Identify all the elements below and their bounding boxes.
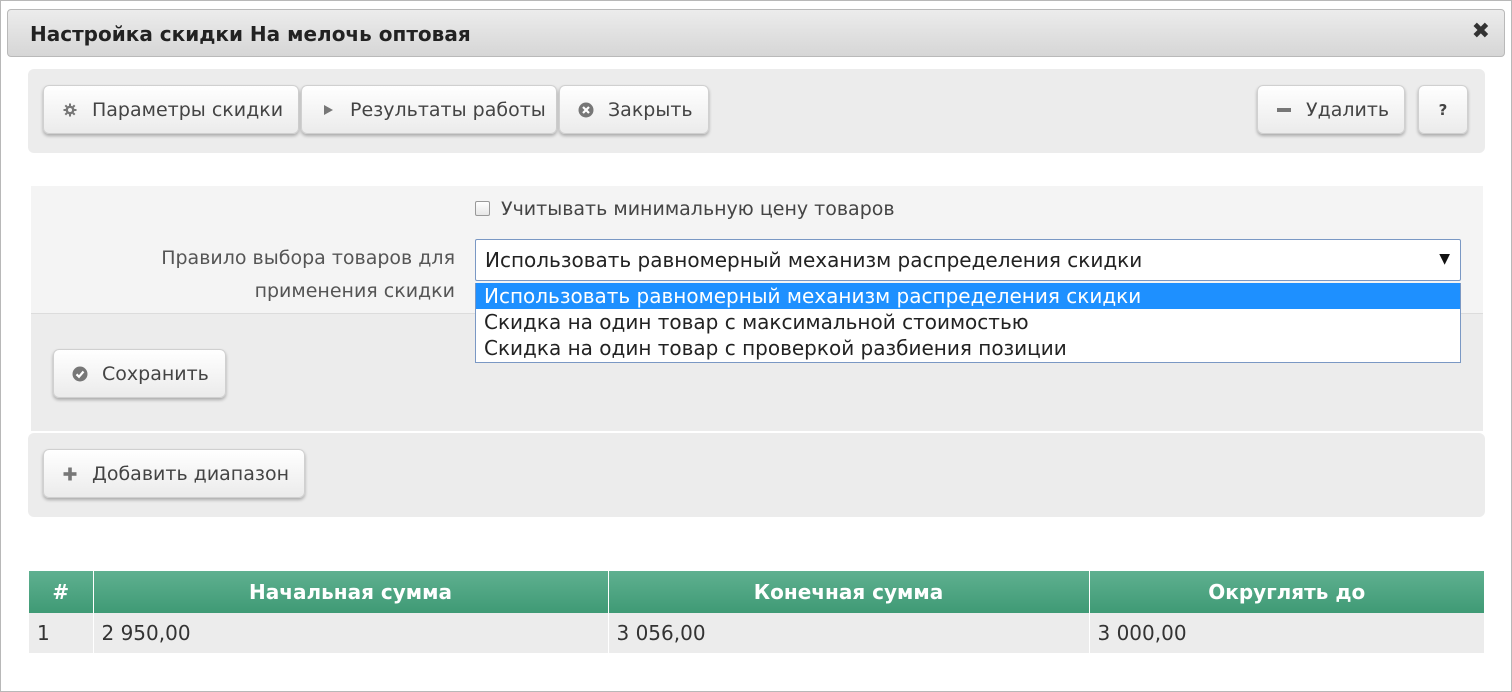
table-cell: 3 000,00 — [1089, 613, 1484, 653]
discount-settings-window: Настройка скидки На мелочь оптовая ✖ Пар… — [0, 0, 1512, 692]
table-header-row: # Начальная сумма Конечная сумма Округля… — [29, 571, 1484, 613]
plus-icon — [62, 466, 78, 482]
column-header: Округлять до — [1089, 571, 1484, 613]
dropdown-arrow-icon: ▼ — [1439, 251, 1450, 267]
min-price-checkbox[interactable] — [475, 201, 490, 216]
check-circle-icon — [72, 366, 88, 382]
add-range-button[interactable]: Добавить диапазон — [43, 449, 305, 498]
results-button[interactable]: Результаты работы — [301, 85, 557, 134]
table-cell: 1 — [29, 613, 94, 653]
params-button-label: Параметры скидки — [92, 98, 284, 121]
minus-icon — [1276, 102, 1292, 118]
help-button-label: ? — [1438, 100, 1448, 119]
close-button[interactable]: Закрыть — [559, 85, 709, 134]
column-header: # — [29, 571, 94, 613]
save-button[interactable]: Сохранить — [53, 349, 226, 398]
window-title: Настройка скидки На мелочь оптовая — [30, 22, 471, 46]
rule-option[interactable]: Скидка на один товар с максимальной стои… — [476, 309, 1460, 335]
close-icon[interactable]: ✖ — [1472, 20, 1490, 44]
params-button[interactable]: Параметры скидки — [43, 85, 299, 134]
ranges-table: # Начальная сумма Конечная сумма Округля… — [29, 571, 1484, 653]
delete-button-label: Удалить — [1306, 98, 1390, 121]
rule-dropdown-list: Использовать равномерный механизм распре… — [475, 283, 1461, 363]
ranges-panel: Добавить диапазон — [28, 433, 1485, 517]
rule-option[interactable]: Использовать равномерный механизм распре… — [476, 283, 1460, 309]
rule-option[interactable]: Скидка на один товар с проверкой разбиен… — [476, 335, 1460, 361]
rule-select[interactable]: Использовать равномерный механизм распре… — [475, 239, 1461, 281]
column-header: Начальная сумма — [93, 571, 609, 613]
help-button[interactable]: ? — [1418, 85, 1468, 134]
play-icon — [320, 102, 336, 118]
table-cell: 3 056,00 — [608, 613, 1090, 653]
min-price-label: Учитывать минимальную цену товаров — [501, 198, 895, 220]
rule-label: Правило выбора товаров для применения ск… — [161, 247, 455, 302]
gear-icon — [62, 102, 78, 118]
delete-button[interactable]: Удалить — [1257, 85, 1405, 134]
table-row[interactable]: 1 2 950,00 3 056,00 3 000,00 — [29, 613, 1484, 653]
close-button-label: Закрыть — [608, 98, 693, 121]
close-circle-icon — [578, 102, 594, 118]
toolbar-panel: Параметры скидки Результаты работы Закры… — [28, 69, 1485, 153]
window-titlebar: Настройка скидки На мелочь оптовая ✖ — [7, 9, 1505, 57]
table-cell: 2 950,00 — [93, 613, 609, 653]
rule-select-value: Использовать равномерный механизм распре… — [485, 248, 1143, 272]
save-button-label: Сохранить — [102, 362, 209, 385]
column-header: Конечная сумма — [608, 571, 1090, 613]
results-button-label: Результаты работы — [350, 98, 546, 121]
add-range-button-label: Добавить диапазон — [92, 462, 290, 485]
